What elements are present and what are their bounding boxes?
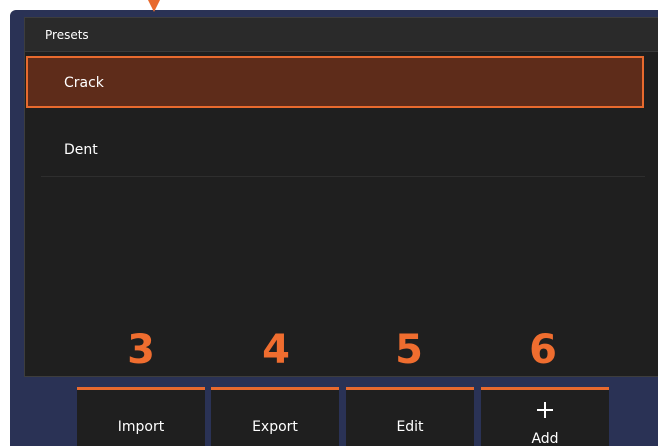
export-button-label: Export xyxy=(252,419,298,435)
preset-item-label: Dent xyxy=(64,142,98,158)
preset-item-crack[interactable]: Crack xyxy=(26,56,644,108)
edit-button[interactable]: Edit xyxy=(346,387,474,446)
panel-header: Presets xyxy=(25,18,658,52)
import-button[interactable]: Import xyxy=(77,387,205,446)
edit-button-label: Edit xyxy=(396,419,424,435)
panel-title: Presets xyxy=(45,28,89,42)
add-button-label: Add xyxy=(531,431,559,446)
preset-item-label: Crack xyxy=(64,75,104,91)
screen: Presets Crack Dent 3 4 5 6 Import Export… xyxy=(0,0,658,446)
callout-arrow-icon xyxy=(148,0,160,12)
callout-add: 6 xyxy=(529,327,557,373)
import-button-label: Import xyxy=(117,419,165,435)
plus-icon xyxy=(537,402,553,418)
export-button[interactable]: Export xyxy=(211,387,339,446)
preset-item-dent[interactable]: Dent xyxy=(26,123,644,175)
list-divider xyxy=(41,176,645,177)
add-button[interactable]: Add xyxy=(481,387,609,446)
callout-export: 4 xyxy=(262,327,290,373)
presets-panel: Presets Crack Dent xyxy=(24,17,658,377)
callout-import: 3 xyxy=(127,327,155,373)
callout-edit: 5 xyxy=(395,327,423,373)
